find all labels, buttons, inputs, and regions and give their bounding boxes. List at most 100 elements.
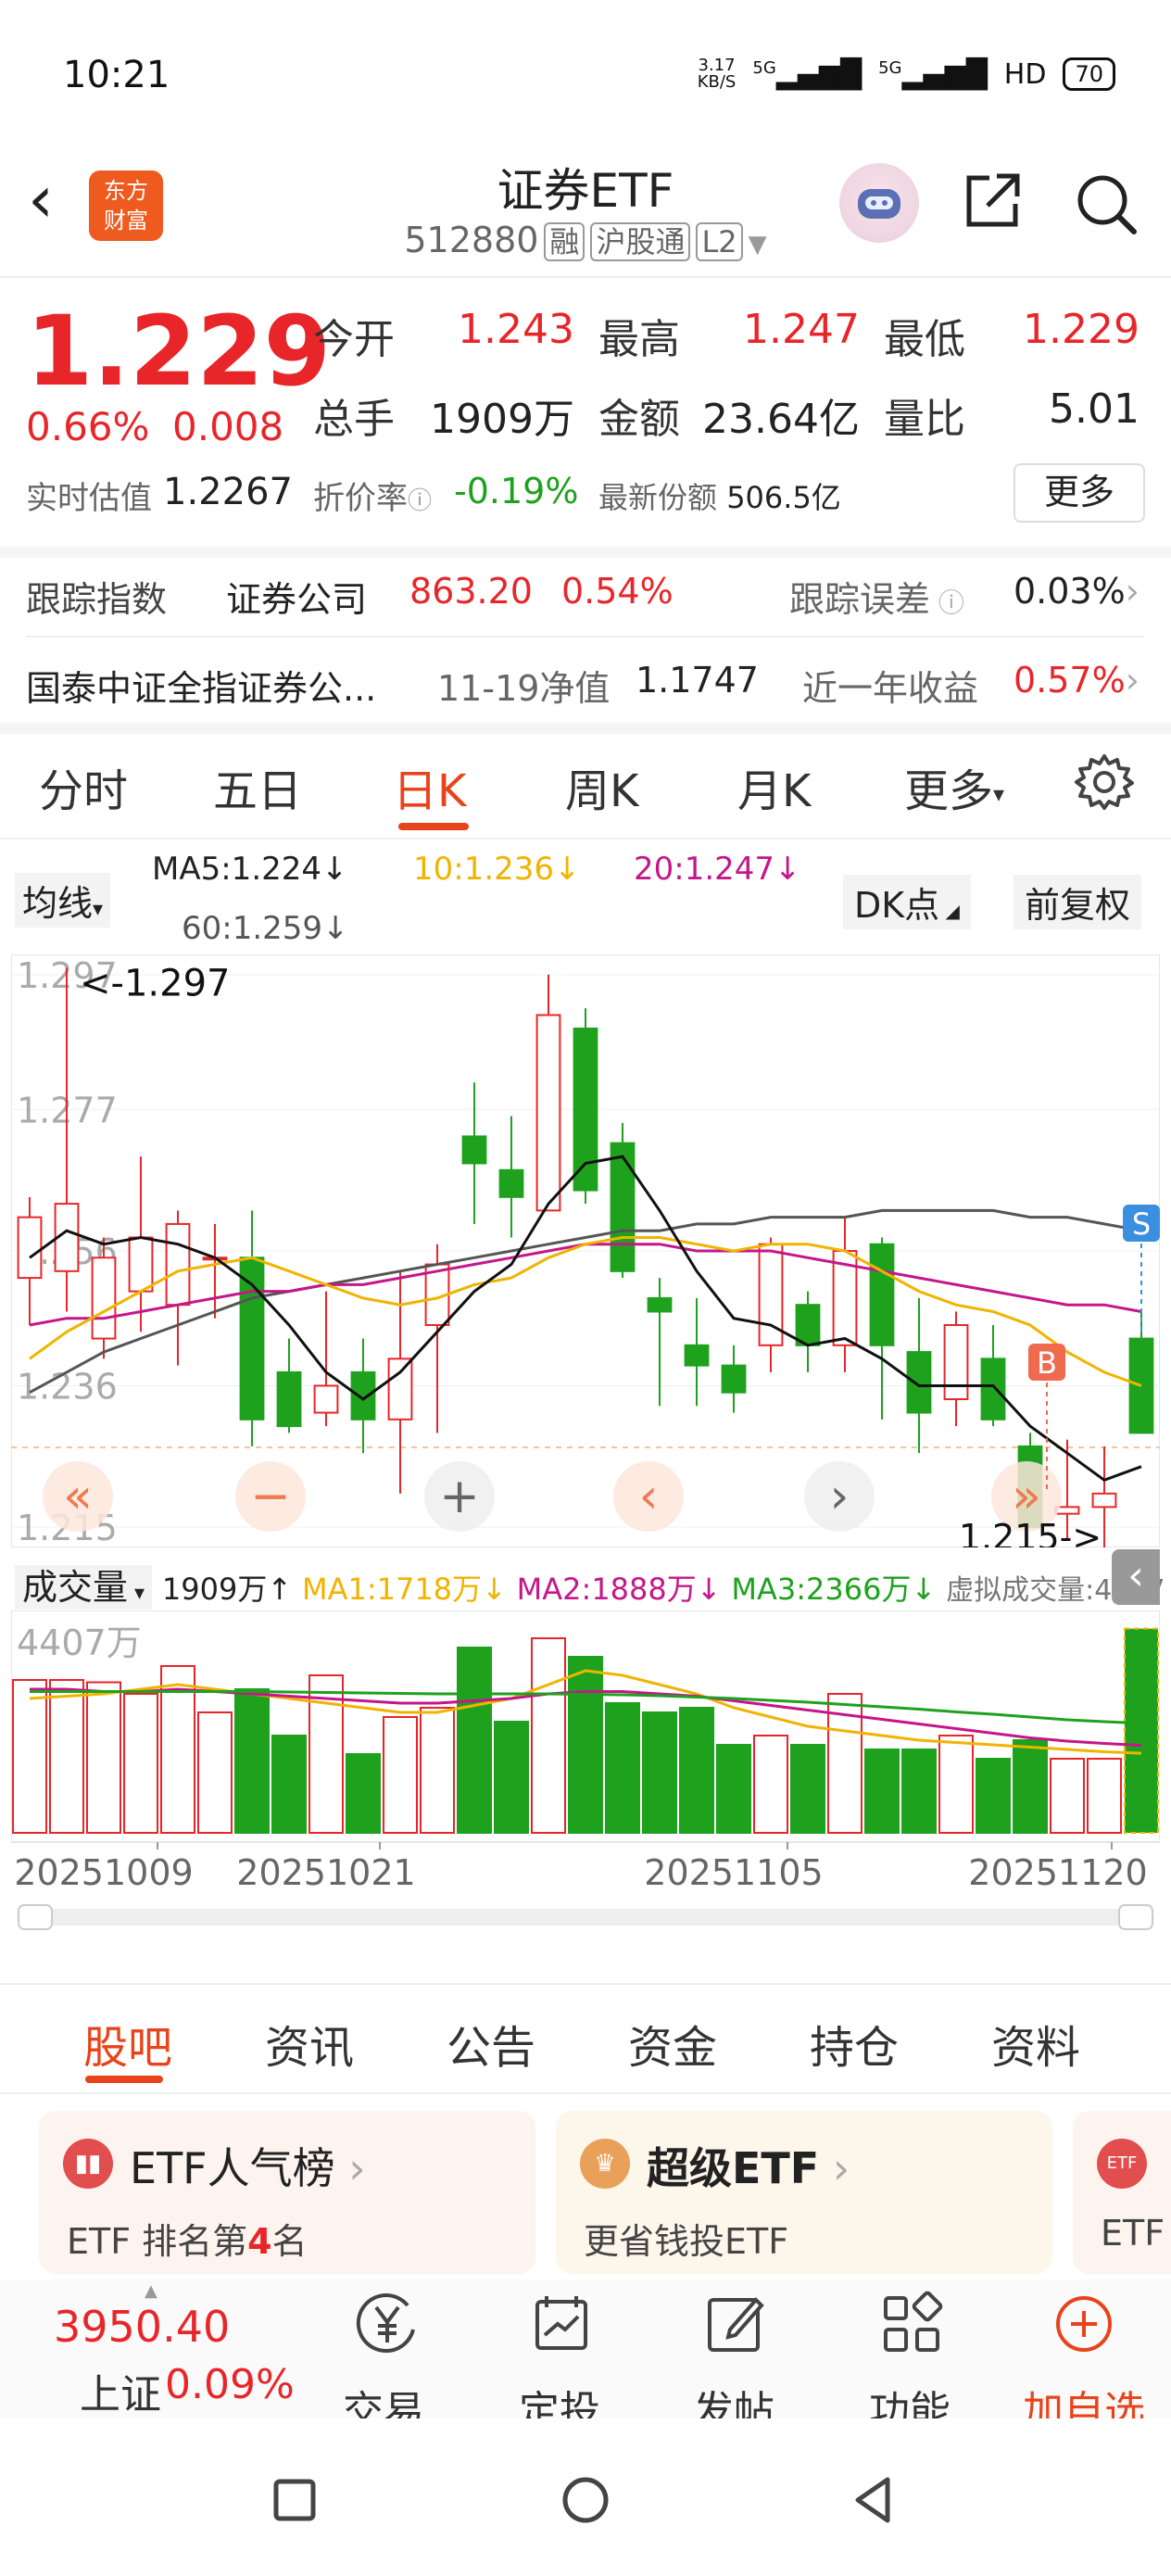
back-nav-icon[interactable] (847, 2474, 899, 2526)
investment-plan-icon[interactable] (524, 2287, 598, 2361)
buy-signal-label: B (1037, 1345, 1057, 1381)
caret-icon: ◢ (939, 900, 960, 922)
card-title: ETF人气榜 › (130, 2143, 366, 2193)
tab-forum[interactable]: 股吧 (83, 2011, 172, 2076)
date-label: 20251009 (14, 1852, 193, 1893)
divider (0, 723, 1171, 734)
volume-bar (605, 1702, 640, 1834)
tab-daily-k[interactable]: 日K (393, 754, 466, 819)
low-value: 1.229 (1023, 306, 1140, 353)
sh-index-value[interactable]: 3950.40 (54, 2302, 230, 2352)
volume-bar (383, 1716, 418, 1834)
sh-index-pct[interactable]: 0.09% (165, 2361, 295, 2408)
return-value[interactable]: 0.57%› (1014, 660, 1140, 701)
step-right-icon[interactable]: › (804, 1461, 875, 1532)
status-icons: 3.17 KB/S 5G▂▄▆█ 5G▂▄▆█ HD 70 (698, 57, 1115, 91)
caret-down-icon: ▾ (128, 1582, 145, 1605)
candle-body (869, 1243, 895, 1346)
scroll-left-fast-icon[interactable]: « (43, 1461, 113, 1532)
tab-capital-flow[interactable]: 资金 (628, 2011, 717, 2076)
etf-icon: ETF (1097, 2139, 1147, 2189)
etf-popularity-card[interactable]: ▮▮ ETF人气榜 › ETF 排名第4名 (39, 2111, 535, 2274)
candle-body (906, 1351, 932, 1414)
step-left-icon[interactable]: ‹ (613, 1461, 684, 1532)
tab-profile[interactable]: 资料 (991, 2011, 1080, 2076)
edit-post-icon[interactable] (699, 2287, 773, 2361)
candle-body (980, 1357, 1006, 1421)
collapse-panel-button[interactable]: ‹ (1112, 1549, 1160, 1605)
dropdown-icon[interactable]: ▼ (749, 231, 767, 259)
tab-intraday[interactable]: 分时 (39, 754, 128, 819)
grid-functions-icon[interactable] (875, 2287, 949, 2361)
hd-icon: HD (1003, 57, 1047, 91)
discount-label: 折价率ⓘ (313, 480, 433, 517)
add-circle-icon[interactable] (1047, 2287, 1121, 2361)
volume-bar (86, 1681, 121, 1834)
adjust-mode-button[interactable]: 前复权 (1014, 875, 1142, 929)
svg-text:›: › (830, 1469, 850, 1524)
super-etf-card[interactable]: ♛ 超级ETF › 更省钱投ETF (556, 2111, 1052, 2274)
crown-icon: ♛ (580, 2139, 630, 2189)
tracking-index-pct: 0.54% (561, 571, 674, 612)
yen-icon[interactable] (350, 2287, 424, 2361)
range-handle-right (1118, 1904, 1153, 1930)
tab-holdings[interactable]: 持仓 (810, 2011, 899, 2076)
candle-body (387, 1357, 413, 1421)
volume-bar (346, 1753, 381, 1834)
more-button[interactable]: 更多 (1014, 463, 1145, 523)
tab-monthly-k[interactable]: 月K (737, 754, 811, 819)
share-icon[interactable] (960, 169, 1025, 234)
discount-value: -0.19% (454, 471, 579, 511)
search-icon[interactable] (1073, 170, 1140, 237)
volume-selector[interactable]: 成交量 ▾ (15, 1565, 153, 1610)
volume-bar (901, 1749, 937, 1834)
zoom-in-icon[interactable]: + (424, 1461, 495, 1532)
ma-selector[interactable]: 均线▾ (15, 873, 111, 928)
candle-body (1091, 1492, 1117, 1509)
volume-bar (531, 1637, 566, 1834)
divider (26, 636, 1143, 638)
signal-icon: 5G▂▄▆█ (752, 57, 863, 91)
shares-line: 最新份额 506.5亿 (598, 480, 841, 515)
fund-name[interactable]: 国泰中证全指证券公... (26, 660, 376, 711)
volume-ma2: MA2:1888万↓ (516, 1572, 722, 1607)
tab-weekly-k[interactable]: 周K (565, 754, 638, 819)
svg-text:−: − (250, 1469, 291, 1524)
sh-index-name[interactable]: 上证 (80, 2361, 161, 2420)
caret-down-icon: ▾ (993, 781, 1005, 807)
active-tab-indicator (85, 2076, 163, 2083)
change-percent: 0.66% (26, 404, 150, 449)
card-title: 超级ETF › (647, 2143, 850, 2193)
tab-five-day[interactable]: 五日 (213, 754, 302, 819)
assistant-avatar[interactable] (839, 163, 919, 243)
home-icon[interactable] (560, 2474, 611, 2526)
kline-chart[interactable]: 1.2971.2771.2561.2361.215 «−+‹›» <-1.297… (11, 954, 1160, 1547)
volume-bar (49, 1679, 84, 1834)
settings-gear-icon[interactable] (1075, 752, 1134, 812)
chevron-right-icon: › (1125, 571, 1140, 612)
tracking-error-value[interactable]: 0.03%› (1014, 571, 1140, 612)
dk-point-button[interactable]: DK点 ◢ (843, 875, 971, 929)
open-label: 今开 (313, 316, 395, 363)
volume-value: 1909万 (430, 396, 574, 443)
caret-down-icon: ▾ (93, 898, 104, 921)
tab-news[interactable]: 资讯 (265, 2011, 354, 2076)
tracking-error-label[interactable]: 跟踪误差 ⓘ (789, 571, 964, 622)
volume-chart[interactable]: 4407万 20251009 20251021 20251105 20251120 (11, 1610, 1160, 1935)
nav-label: 11-19净值 (437, 668, 611, 709)
tab-announcements[interactable]: 公告 (447, 2011, 535, 2076)
date-label: 20251021 (236, 1852, 415, 1893)
date-label: 20251105 (644, 1852, 823, 1893)
chevron-right-icon: › (819, 2143, 850, 2193)
margin-tag: 融 (544, 222, 586, 261)
zoom-out-icon[interactable]: − (235, 1461, 306, 1532)
recent-apps-icon[interactable] (271, 2476, 319, 2524)
etf-card-partial[interactable]: ETF ETF (1073, 2111, 1171, 2274)
tab-more[interactable]: 更多▾ (904, 754, 1004, 819)
change-amount: 0.008 (172, 404, 284, 449)
volume-bar (1013, 1739, 1048, 1834)
ma20-label: 20:1.247↓ (634, 851, 801, 888)
ratio-label: 量比 (884, 396, 965, 443)
volume-bar (1050, 1758, 1085, 1834)
tracking-index-name[interactable]: 证券公司 (226, 571, 367, 622)
